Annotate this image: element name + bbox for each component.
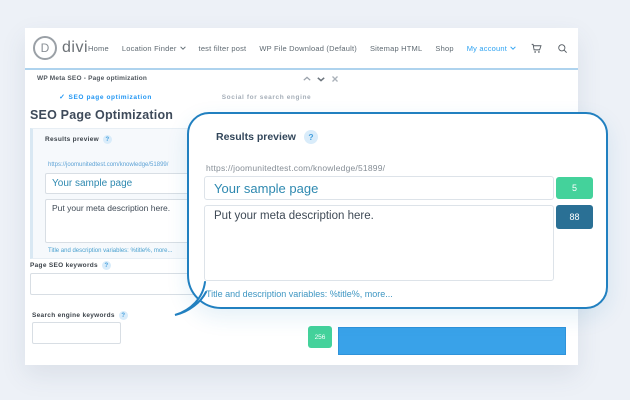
metabox-controls xyxy=(303,75,339,83)
divi-logo[interactable]: D divi xyxy=(33,36,88,60)
search-engine-keywords-input[interactable] xyxy=(32,322,121,344)
nav-item-location-finder[interactable]: Location Finder xyxy=(122,44,186,53)
page-title: SEO Page Optimization xyxy=(30,108,173,122)
callout-preview-url: https://joomunitedtest.com/knowledge/518… xyxy=(206,163,385,173)
tab-label: SEO page optimization xyxy=(69,94,152,101)
results-preview-label: Results preview ? xyxy=(45,135,112,144)
page-seo-keywords-label: Page SEO keywords ? xyxy=(30,261,111,270)
tab-seo-page-optimization[interactable]: ✓ SEO page optimization xyxy=(25,87,186,107)
main-nav: Home Location Finder test filter post WP… xyxy=(88,43,568,54)
site-header: D divi Home Location Finder test filter … xyxy=(25,28,578,68)
close-icon[interactable] xyxy=(331,75,339,83)
nav-item-wp-file-download[interactable]: WP File Download (Default) xyxy=(259,44,357,53)
chevron-down-icon xyxy=(510,46,516,50)
nav-item-label: Location Finder xyxy=(122,44,177,53)
nav-item-home[interactable]: Home xyxy=(88,44,109,53)
metabox-tabs: ✓ SEO page optimization Social for searc… xyxy=(25,87,347,107)
search-engine-keywords-label-text: Search engine keywords xyxy=(32,312,115,319)
preview-url: https://joomunitedtest.com/knowledge/518… xyxy=(48,162,168,168)
search-engine-keywords-label: Search engine keywords ? xyxy=(32,311,128,320)
tab-label: Social for search engine xyxy=(222,94,312,101)
help-icon[interactable]: ? xyxy=(102,261,111,270)
nav-item-shop[interactable]: Shop xyxy=(435,44,453,53)
variables-hint[interactable]: Title and description variables: %title%… xyxy=(48,248,173,254)
results-preview-label-text: Results preview xyxy=(45,136,99,143)
wpmetaseo-metabox: WP Meta SEO - Page optimization ✓ SEO pa… xyxy=(25,70,347,107)
metabox-title: WP Meta SEO - Page optimization xyxy=(37,75,147,82)
nav-item-sitemap-html[interactable]: Sitemap HTML xyxy=(370,44,422,53)
divi-logo-text: divi xyxy=(62,39,88,57)
check-icon: ✓ xyxy=(59,93,65,101)
callout-meta-description-input[interactable]: Put your meta description here. xyxy=(204,205,554,281)
callout-variables-hint[interactable]: Title and description variables: %title%… xyxy=(206,289,393,299)
nav-item-test-filter-post[interactable]: test filter post xyxy=(199,44,247,53)
title-char-count-badge: 5 xyxy=(556,177,593,199)
help-icon[interactable]: ? xyxy=(119,311,128,320)
chevron-up-icon[interactable] xyxy=(303,75,311,83)
description-char-count-badge: 88 xyxy=(556,205,593,229)
nav-item-label: My account xyxy=(467,44,507,53)
char-count-badge: 256 xyxy=(308,326,332,348)
help-icon[interactable]: ? xyxy=(103,135,112,144)
callout-tail xyxy=(173,280,207,316)
tab-social-for-search-engine[interactable]: Social for search engine xyxy=(186,87,347,107)
chevron-down-icon xyxy=(180,46,186,50)
nav-item-my-account[interactable]: My account xyxy=(467,44,516,53)
page-seo-keywords-label-text: Page SEO keywords xyxy=(30,262,98,269)
callout-results-preview-label: Results preview ? xyxy=(216,130,318,144)
callout-meta-title-input[interactable] xyxy=(204,176,554,200)
callout-label-text: Results preview xyxy=(216,131,296,143)
divi-logo-icon: D xyxy=(33,36,57,60)
search-icon[interactable] xyxy=(557,43,568,54)
metabox-header: WP Meta SEO - Page optimization xyxy=(25,70,347,87)
cart-icon[interactable] xyxy=(531,43,542,54)
results-preview-callout: Results preview ? https://joomunitedtest… xyxy=(187,112,608,309)
blue-action-bar[interactable] xyxy=(338,327,566,355)
chevron-down-icon[interactable] xyxy=(317,75,325,83)
help-icon[interactable]: ? xyxy=(304,130,318,144)
